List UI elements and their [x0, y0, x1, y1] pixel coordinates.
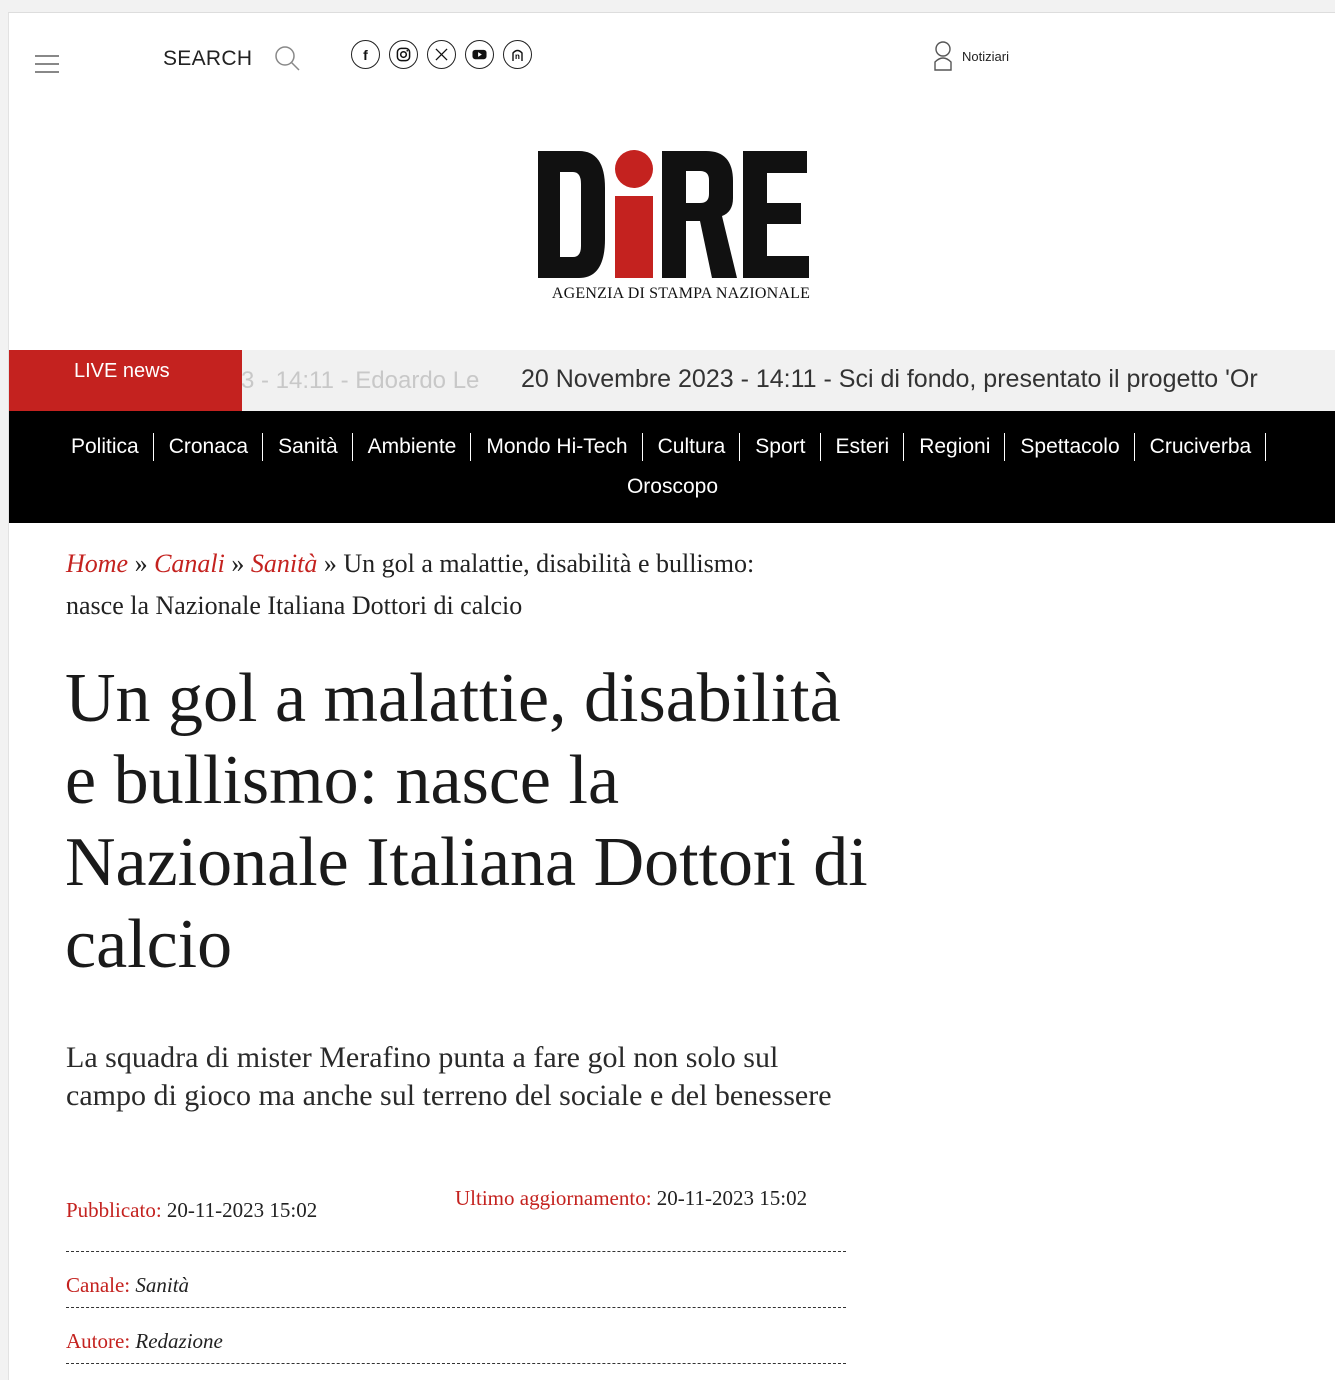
article-subtitle: La squadra di mister Merafino punta a fa…: [66, 1041, 832, 1112]
published-value: 20-11-2023 15:02: [166, 1198, 318, 1222]
author-label: Autore:: [66, 1329, 131, 1353]
nav-item-cronaca[interactable]: Cronaca: [161, 433, 264, 461]
updated-meta: Ultimo aggiornamento: 20-11-2023 15:02: [455, 1181, 835, 1215]
breadcrumb-separator: »: [134, 549, 148, 578]
nav-item-mondo-hi-tech[interactable]: Mondo Hi-Tech: [478, 433, 643, 461]
newsletter-icon[interactable]: n: [503, 40, 532, 69]
ticker-item[interactable]: 20 Novembre 2023 - 14:11 - Sci di fondo,…: [521, 365, 1258, 394]
meta-divider: [66, 1251, 846, 1252]
published-label: Pubblicato:: [66, 1198, 162, 1222]
search-label[interactable]: SEARCH: [163, 47, 252, 71]
instagram-icon[interactable]: [389, 40, 418, 69]
youtube-icon[interactable]: [465, 40, 494, 69]
channel-value[interactable]: Sanità: [135, 1273, 189, 1297]
dire-logo[interactable]: [529, 148, 829, 308]
breadcrumb-canali[interactable]: Canali: [154, 549, 225, 578]
updated-label: Ultimo aggiornamento:: [455, 1186, 652, 1210]
article-title: Un gol a malattie, disabilità e bullismo…: [65, 660, 868, 983]
notiziari-link[interactable]: Notiziari: [933, 40, 1009, 72]
nav-item-cultura[interactable]: Cultura: [650, 433, 741, 461]
breadcrumb-separator: »: [231, 549, 245, 578]
live-news-bar: LIVE news 3 - 14:11 - Edoardo Le 20 Nove…: [9, 350, 1335, 411]
nav-item-cruciverba[interactable]: Cruciverba: [1142, 433, 1267, 461]
nav-row: Politica Cronaca Sanità Ambiente Mondo Hi-Te…: [63, 433, 1273, 461]
nav-item-regioni[interactable]: Regioni: [911, 433, 1006, 461]
author-meta: Autore: Redazione: [66, 1329, 846, 1354]
nav-item-spettacolo[interactable]: Spettacolo: [1012, 433, 1135, 461]
x-icon[interactable]: [427, 40, 456, 69]
facebook-icon[interactable]: f: [351, 40, 380, 69]
search-icon[interactable]: [274, 45, 302, 73]
channel-label: Canale:: [66, 1273, 131, 1297]
meta-divider: [66, 1363, 846, 1364]
user-icon: [934, 41, 952, 71]
nav-item-ambiente[interactable]: Ambiente: [360, 433, 472, 461]
ticker-faded-item[interactable]: 3 - 14:11 - Edoardo Le: [241, 367, 479, 395]
logo-tagline: AGENZIA DI STAMPA NAZIONALE: [551, 285, 811, 302]
page: SEARCH f n Notiziari AGENZIA DI STAMPA N…: [8, 12, 1335, 1380]
svg-text:n: n: [515, 52, 520, 61]
breadcrumb-home[interactable]: Home: [66, 549, 128, 578]
updated-value: 20-11-2023 15:02: [656, 1186, 808, 1210]
nav-item-sport[interactable]: Sport: [747, 433, 821, 461]
live-news-label: LIVE news: [9, 350, 242, 411]
author-value: Redazione: [135, 1329, 223, 1353]
main-nav: Politica Cronaca Sanità Ambiente Mondo Hi-Te…: [9, 411, 1335, 523]
notiziari-label: Notiziari: [962, 48, 1009, 64]
nav-item-oroscopo[interactable]: Oroscopo: [9, 475, 1335, 499]
nav-item-esteri[interactable]: Esteri: [828, 433, 905, 461]
breadcrumb: Home » Canali » Sanità » Un gol a malatt…: [66, 543, 786, 627]
published-meta: Pubblicato: 20-11-2023 15:02: [66, 1198, 396, 1223]
breadcrumb-sanita[interactable]: Sanità: [251, 549, 317, 578]
nav-item-politica[interactable]: Politica: [63, 433, 154, 461]
breadcrumb-separator: »: [323, 549, 337, 578]
social-links: f n: [351, 40, 532, 69]
channel-meta: Canale: Sanità: [66, 1273, 846, 1298]
menu-icon[interactable]: [35, 55, 59, 75]
nav-item-sanit-[interactable]: Sanità: [270, 433, 353, 461]
meta-divider: [66, 1307, 846, 1308]
